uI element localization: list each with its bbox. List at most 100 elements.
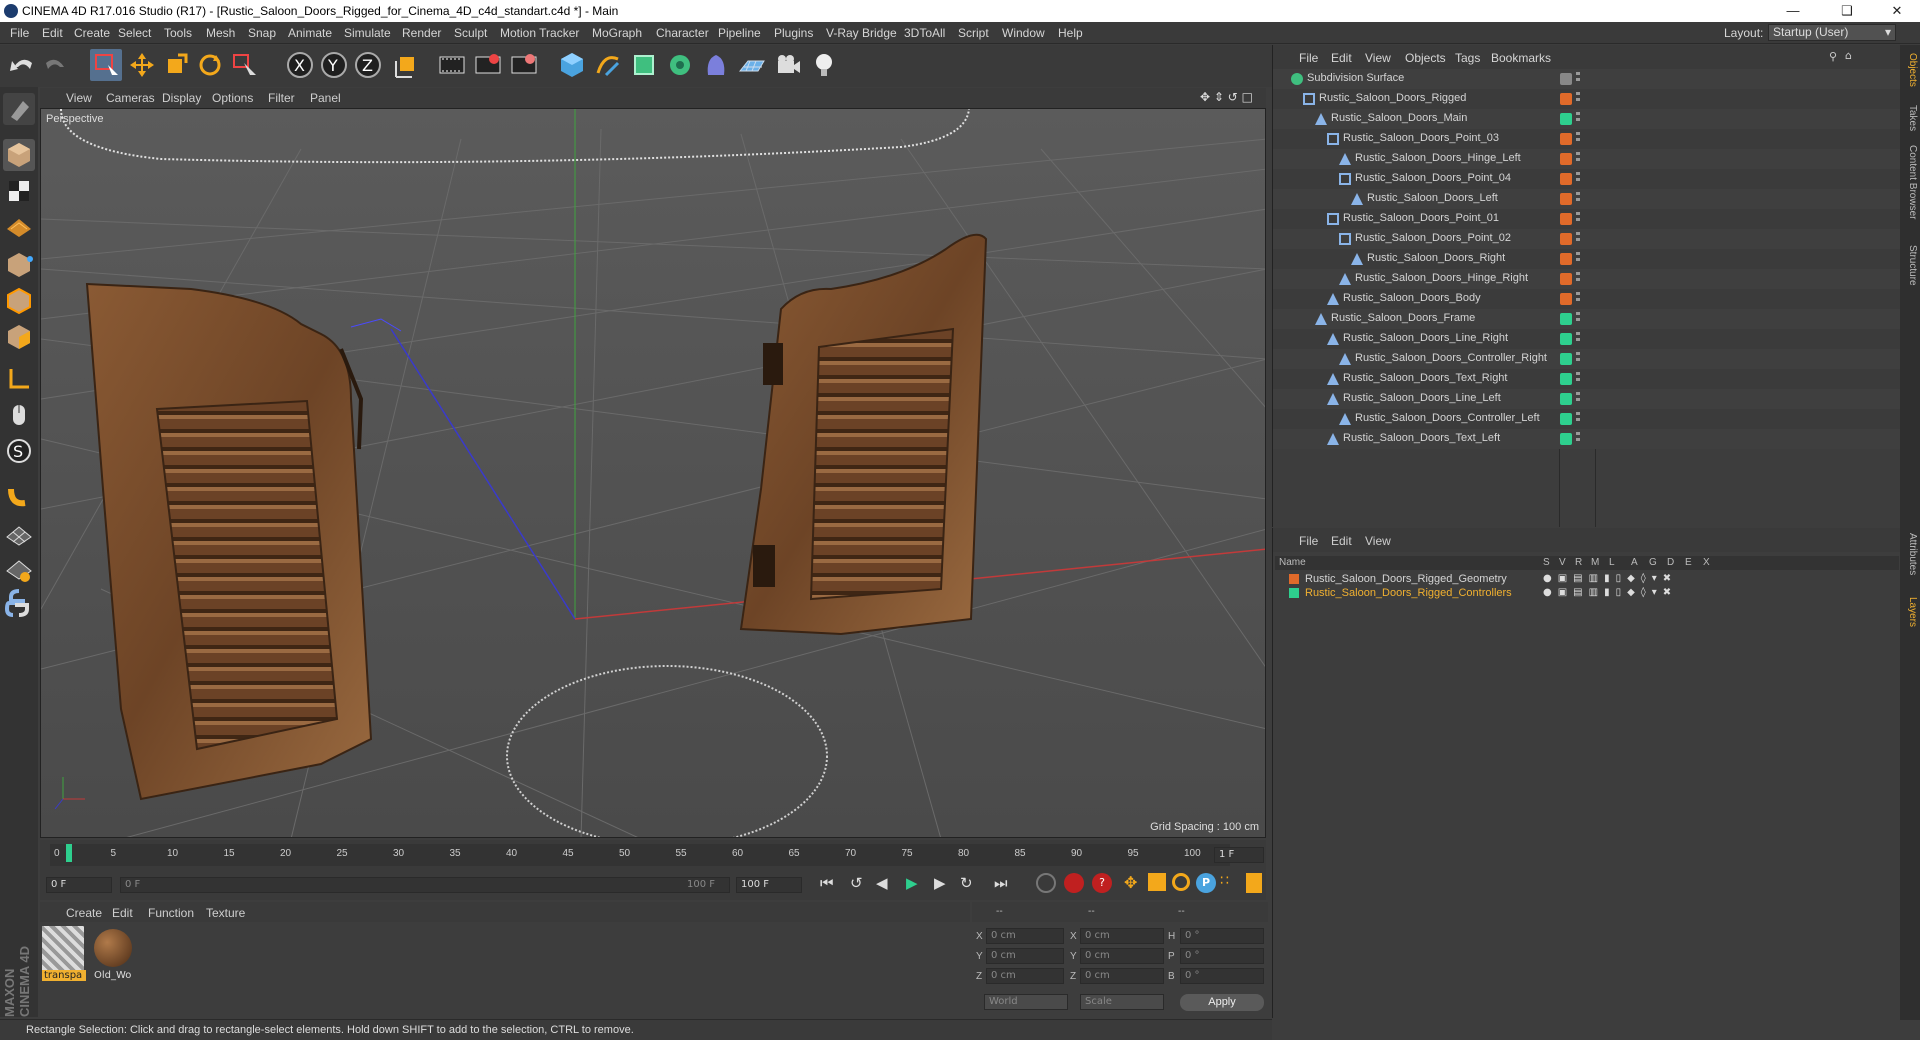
viewport-menu-panel[interactable]: Panel (310, 91, 341, 105)
layer-toggle-icons[interactable]: ●▣▤▥▮▯◆◊▾✖ (1543, 587, 1677, 598)
layer-color-swatch[interactable] (1560, 253, 1572, 265)
menu-simulate[interactable]: Simulate (344, 26, 391, 40)
objects-menu-bookmarks[interactable]: Bookmarks (1491, 51, 1551, 65)
layer-color-swatch[interactable] (1560, 293, 1572, 305)
layers-menu-file[interactable]: File (1299, 534, 1318, 548)
rotation-p-field[interactable]: 0 ° (1180, 948, 1264, 964)
layer-color-swatch[interactable] (1560, 273, 1572, 285)
layer-color-swatch[interactable] (1560, 153, 1572, 165)
key-rotate-icon[interactable] (1172, 873, 1190, 891)
deformer-icon[interactable] (700, 49, 732, 81)
step-back-icon[interactable]: ◀ (876, 874, 888, 892)
motion-path-icon[interactable] (1036, 873, 1056, 893)
step-forward-icon[interactable]: ▶ (934, 874, 946, 892)
menu-script[interactable]: Script (958, 26, 989, 40)
coordinate-system-icon[interactable] (390, 49, 422, 81)
rectangle-select-icon[interactable] (90, 49, 122, 81)
visibility-dots-icon[interactable] (1576, 392, 1580, 406)
render-view-icon[interactable] (436, 49, 468, 81)
layer-color-swatch[interactable] (1560, 353, 1572, 365)
workplane-icon[interactable] (3, 209, 35, 241)
visibility-dots-icon[interactable] (1576, 372, 1580, 386)
object-row[interactable]: Rustic_Saloon_Doors_Point_04 (1273, 169, 1901, 189)
magnet-icon[interactable] (3, 479, 35, 511)
make-editable-icon[interactable] (3, 93, 35, 125)
menu-plugins[interactable]: Plugins (774, 26, 813, 40)
layer-color-swatch[interactable] (1560, 313, 1572, 325)
layer-color-swatch[interactable] (1560, 433, 1572, 445)
viewport-nav-icons[interactable]: ✥ ⇕ ↺ □ (1200, 90, 1253, 104)
visibility-dots-icon[interactable] (1576, 252, 1580, 266)
world-select[interactable]: World (984, 994, 1068, 1010)
previous-key-icon[interactable]: ↺ (850, 874, 863, 892)
edges-mode-icon[interactable] (3, 285, 35, 317)
visibility-dots-icon[interactable] (1576, 432, 1580, 446)
minimize-button[interactable]: — (1770, 0, 1816, 22)
layer-color-swatch[interactable] (1560, 413, 1572, 425)
layer-row[interactable]: Rustic_Saloon_Doors_Rigged_Geometry ●▣▤▥▮… (1275, 572, 1899, 586)
menu-create[interactable]: Create (74, 26, 110, 40)
go-to-end-icon[interactable]: ⏭ (994, 874, 1008, 892)
object-row[interactable]: Rustic_Saloon_Doors_Hinge_Left (1273, 149, 1901, 169)
size-x-field[interactable]: 0 cm (1080, 928, 1164, 944)
object-row[interactable]: Subdivision Surface (1273, 69, 1901, 89)
texture-mode-icon[interactable] (3, 175, 35, 207)
key-move-icon[interactable]: ✥ (1124, 873, 1137, 892)
object-row[interactable]: Rustic_Saloon_Doors_Left (1273, 189, 1901, 209)
objects-menu-edit[interactable]: Edit (1331, 51, 1352, 65)
material-old-wood[interactable]: Old_Wo (92, 926, 136, 986)
layer-color-swatch[interactable] (1560, 373, 1572, 385)
object-row[interactable]: Rustic_Saloon_Doors_Frame (1273, 309, 1901, 329)
tab-attributes[interactable]: Attributes (1902, 533, 1918, 575)
material-menu-edit[interactable]: Edit (112, 906, 133, 920)
frame-range-slider[interactable]: 0 F 100 F (120, 877, 730, 893)
position-x-field[interactable]: 0 cm (986, 928, 1064, 944)
object-row[interactable]: Rustic_Saloon_Doors_Right (1273, 249, 1901, 269)
undo-icon[interactable] (6, 49, 38, 81)
tab-structure[interactable]: Structure (1902, 245, 1918, 286)
material-transparent[interactable]: transpa (42, 926, 86, 986)
visibility-dots-icon[interactable] (1576, 232, 1580, 246)
menu-mesh[interactable]: Mesh (206, 26, 235, 40)
object-row[interactable]: Rustic_Saloon_Doors_Main (1273, 109, 1901, 129)
visibility-dots-icon[interactable] (1576, 132, 1580, 146)
tweak-mode-icon[interactable] (3, 399, 35, 431)
layers-menu-view[interactable]: View (1365, 534, 1391, 548)
object-row[interactable]: Rustic_Saloon_Doors_Controller_Right (1273, 349, 1901, 369)
next-key-icon[interactable]: ↻ (960, 874, 973, 892)
viewport-menu-display[interactable]: Display (162, 91, 201, 105)
object-row[interactable]: Rustic_Saloon_Doors_Rigged (1273, 89, 1901, 109)
material-menu-texture[interactable]: Texture (206, 906, 245, 920)
maximize-button[interactable]: ❑ (1824, 0, 1870, 22)
scale-icon[interactable] (160, 49, 192, 81)
key-scale-icon[interactable] (1148, 873, 1166, 891)
objects-menu-objects[interactable]: Objects (1405, 51, 1446, 65)
objects-menu-tags[interactable]: Tags (1455, 51, 1480, 65)
axis-mode-icon[interactable] (3, 363, 35, 395)
layer-color-swatch[interactable] (1560, 93, 1572, 105)
menu-mograph[interactable]: MoGraph (592, 26, 642, 40)
layer-color-swatch[interactable] (1560, 193, 1572, 205)
cube-icon[interactable] (556, 49, 588, 81)
polygons-mode-icon[interactable] (3, 321, 35, 353)
object-row[interactable]: Rustic_Saloon_Doors_Hinge_Right (1273, 269, 1901, 289)
rotation-b-field[interactable]: 0 ° (1180, 968, 1264, 984)
size-y-field[interactable]: 0 cm (1080, 948, 1164, 964)
autokey-icon[interactable]: ? (1092, 873, 1112, 893)
z-axis-lock-icon[interactable]: Z (352, 49, 384, 81)
visibility-dots-icon[interactable] (1576, 352, 1580, 366)
visibility-dots-icon[interactable] (1576, 172, 1580, 186)
visibility-dots-icon[interactable] (1576, 292, 1580, 306)
layer-color-swatch[interactable] (1560, 173, 1572, 185)
material-menu-create[interactable]: Create (66, 906, 102, 920)
position-y-field[interactable]: 0 cm (986, 948, 1064, 964)
close-button[interactable]: ✕ (1874, 0, 1920, 22)
quantize-icon[interactable] (3, 519, 35, 551)
current-frame-field[interactable]: 1 F (1214, 847, 1264, 863)
visibility-dots-icon[interactable] (1576, 112, 1580, 126)
menu-3dtoall[interactable]: 3DToAll (904, 26, 945, 40)
menu-sculpt[interactable]: Sculpt (454, 26, 487, 40)
floor-icon[interactable] (736, 49, 768, 81)
visibility-dots-icon[interactable] (1576, 152, 1580, 166)
spline-pen-icon[interactable] (592, 49, 624, 81)
